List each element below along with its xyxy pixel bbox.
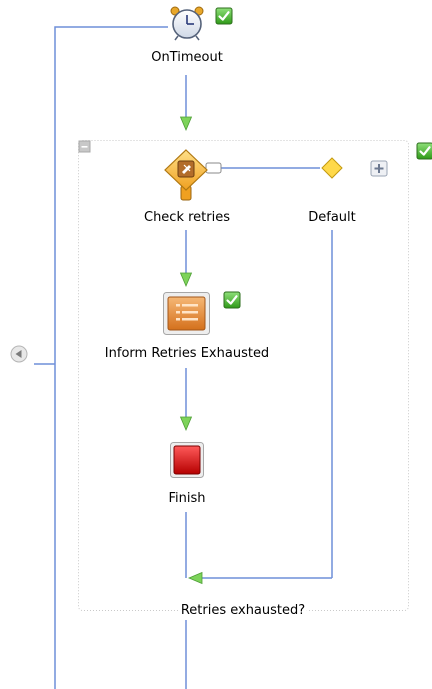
collapse-icon[interactable]	[78, 140, 91, 153]
default-label: Default	[308, 210, 356, 225]
arrowhead-icon	[187, 571, 203, 585]
switch-decision-icon[interactable]	[164, 149, 222, 201]
diamond-case-icon[interactable]	[321, 157, 343, 179]
check-retries-label: Check retries	[143, 210, 231, 225]
check-badge-icon	[214, 6, 234, 26]
scope-label: Retries exhausted?	[178, 603, 308, 619]
expand-left-icon[interactable]	[10, 345, 28, 363]
finish-label: Finish	[168, 491, 206, 506]
arrowhead-icon	[179, 272, 193, 288]
check-badge-icon	[222, 290, 242, 310]
task-list-icon[interactable]	[163, 292, 210, 335]
arrowhead-icon	[179, 116, 193, 132]
scope-container[interactable]	[78, 140, 409, 611]
alarm-clock-icon[interactable]	[170, 6, 204, 41]
expand-plus-icon[interactable]	[370, 160, 388, 177]
arrowhead-icon	[179, 416, 193, 432]
stop-icon[interactable]	[170, 442, 204, 478]
ontimeout-label: OnTimeout	[151, 50, 223, 65]
inform-retries-exhausted-label: Inform Retries Exhausted	[104, 346, 270, 361]
check-badge-icon	[415, 141, 432, 161]
